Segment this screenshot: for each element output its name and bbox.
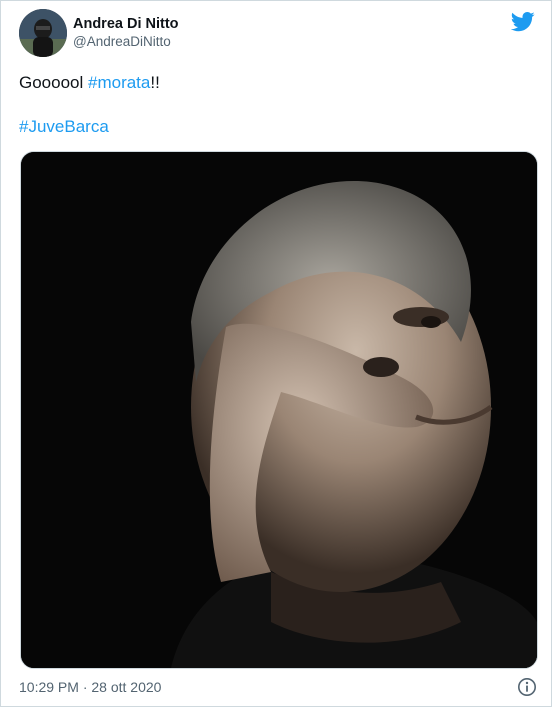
tweet-media-image[interactable] <box>20 151 538 669</box>
tweet-text-suffix: !! <box>150 73 160 92</box>
hashtag-juvebarca-link[interactable]: #JuveBarca <box>19 117 109 136</box>
author-display-name[interactable]: Andrea Di Nitto <box>73 15 179 33</box>
tweet-text: Goooool #morata!! #JuveBarca <box>19 71 533 139</box>
tweet-text-line-2: #JuveBarca <box>19 115 533 139</box>
author-names[interactable]: Andrea Di Nitto @AndreaDiNitto <box>73 15 179 51</box>
tweet-card: Andrea Di Nitto @AndreaDiNitto Goooool #… <box>0 0 552 707</box>
twitter-bird-icon[interactable] <box>510 12 535 32</box>
info-icon[interactable] <box>517 677 537 697</box>
tweet-footer: 10:29 PM · 28 ott 2020 <box>19 677 537 697</box>
author-avatar[interactable] <box>19 9 67 57</box>
tweet-text-line-1: Goooool #morata!! <box>19 71 533 95</box>
tweet-text-prefix: Goooool <box>19 73 88 92</box>
tweet-timestamp[interactable]: 10:29 PM · 28 ott 2020 <box>19 679 161 695</box>
tweet-header: Andrea Di Nitto @AndreaDiNitto <box>19 9 539 61</box>
hashtag-morata-link[interactable]: #morata <box>88 73 150 92</box>
author-handle[interactable]: @AndreaDiNitto <box>73 33 179 51</box>
